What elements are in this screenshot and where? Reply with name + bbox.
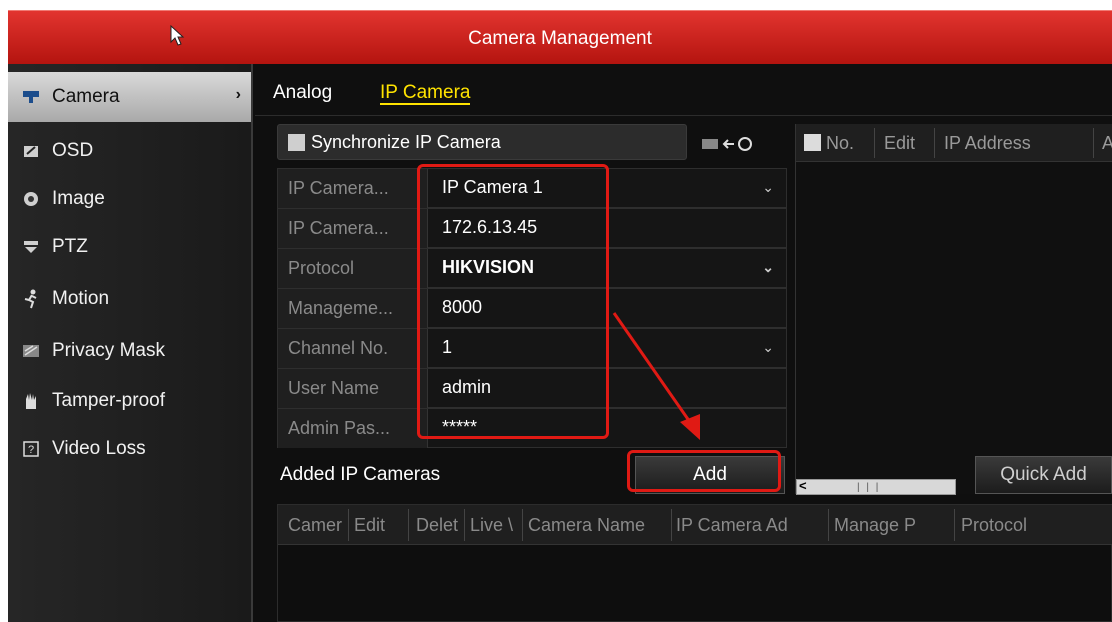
column-header-management-port[interactable]: Manage P — [834, 515, 952, 536]
ip-camera-no-label: IP Camera... — [278, 169, 428, 208]
sidebar-item-privacy-mask[interactable]: Privacy Mask — [8, 326, 251, 376]
column-header-protocol[interactable]: Protocol — [961, 515, 1111, 536]
sidebar-item-tamper-proof[interactable]: Tamper-proof — [8, 376, 251, 426]
tab-ip-camera[interactable]: IP Camera — [380, 82, 471, 105]
image-icon — [20, 188, 42, 210]
column-header-live-view[interactable]: Live \ — [470, 515, 520, 536]
synchronize-ip-camera[interactable]: Synchronize IP Camera — [277, 124, 687, 160]
management-port-label: Manageme... — [278, 289, 428, 328]
tamper-proof-icon — [20, 390, 42, 412]
protocol-label: Protocol — [278, 249, 428, 288]
added-cameras-table: Camer Edit Delet Live \ Camera Name IP C… — [277, 504, 1112, 622]
column-header-camera-name[interactable]: Camera Name — [528, 515, 672, 536]
table-header: No. Edit IP Address A — [796, 124, 1112, 162]
ip-camera-address-label: IP Camera... — [278, 209, 428, 248]
sidebar-item-label: Video Loss — [52, 438, 146, 459]
admin-password-label: Admin Pas... — [278, 409, 428, 448]
sidebar-item-motion[interactable]: Motion — [8, 274, 251, 324]
user-name-label: User Name — [278, 369, 428, 408]
column-header-ip-camera-address[interactable]: IP Camera Ad — [676, 515, 826, 536]
sidebar: Camera › OSD Image PTZ Motion Privacy Ma… — [8, 64, 253, 622]
sidebar-item-label: Privacy Mask — [52, 340, 165, 361]
sidebar-item-image[interactable]: Image — [8, 174, 251, 224]
tab-bar: Analog IP Camera — [255, 64, 1112, 116]
chevron-down-icon: ⌄ — [762, 259, 774, 275]
sync-direction-icon — [702, 137, 752, 151]
sync-checkbox[interactable] — [288, 133, 305, 151]
sidebar-item-label: Camera — [52, 86, 120, 107]
sidebar-item-label: PTZ — [52, 236, 88, 257]
window-title: Camera Management — [468, 28, 652, 49]
scroll-thumb[interactable]: | | | — [857, 482, 880, 493]
select-all-checkbox[interactable] — [804, 134, 821, 151]
sidebar-item-camera[interactable]: Camera › — [8, 72, 251, 122]
column-header-ip-address[interactable]: IP Address — [944, 133, 1031, 154]
sidebar-item-label: OSD — [52, 140, 94, 161]
camera-icon — [20, 86, 42, 108]
quick-add-button[interactable]: Quick Add — [975, 456, 1112, 494]
tab-analog[interactable]: Analog — [273, 82, 332, 104]
chevron-down-icon: ⌄ — [762, 339, 774, 355]
sidebar-item-ptz[interactable]: PTZ — [8, 222, 251, 272]
privacy-mask-icon — [20, 340, 42, 362]
column-header-a[interactable]: A — [1102, 133, 1112, 154]
discovered-cameras-table: No. Edit IP Address A < | | | — [795, 124, 1112, 495]
column-header-edit[interactable]: Edit — [354, 515, 404, 536]
sidebar-item-video-loss[interactable]: ? Video Loss — [8, 424, 251, 474]
horizontal-scrollbar[interactable]: < | | | — [796, 478, 956, 495]
column-header-no[interactable]: No. — [826, 133, 854, 154]
channel-no-label: Channel No. — [278, 329, 428, 368]
add-button-highlight-box — [627, 450, 781, 492]
form-highlight-box — [417, 164, 609, 439]
sidebar-item-label: Image — [52, 188, 105, 209]
scroll-left-icon[interactable]: < — [799, 478, 807, 493]
ptz-icon — [20, 236, 42, 258]
chevron-right-icon: › — [235, 86, 241, 103]
added-ip-cameras-label: Added IP Cameras — [280, 464, 441, 485]
table-header: Camer Edit Delet Live \ Camera Name IP C… — [278, 505, 1112, 545]
svg-text:?: ? — [28, 444, 34, 456]
sidebar-item-label: Tamper-proof — [52, 390, 165, 411]
column-header-edit[interactable]: Edit — [884, 133, 915, 154]
video-loss-icon: ? — [20, 438, 42, 460]
sync-label: Synchronize IP Camera — [311, 131, 501, 152]
column-header-camera[interactable]: Camer — [288, 515, 348, 536]
sidebar-item-osd[interactable]: OSD — [8, 126, 251, 176]
title-bar: Camera Management — [8, 10, 1112, 64]
chevron-down-icon: ⌄ — [762, 179, 774, 195]
column-header-delete[interactable]: Delet — [416, 515, 466, 536]
motion-icon — [20, 288, 42, 310]
sidebar-item-label: Motion — [52, 288, 110, 309]
osd-icon — [20, 140, 42, 162]
main-panel: Analog IP Camera Synchronize IP Camera I… — [255, 64, 1112, 622]
